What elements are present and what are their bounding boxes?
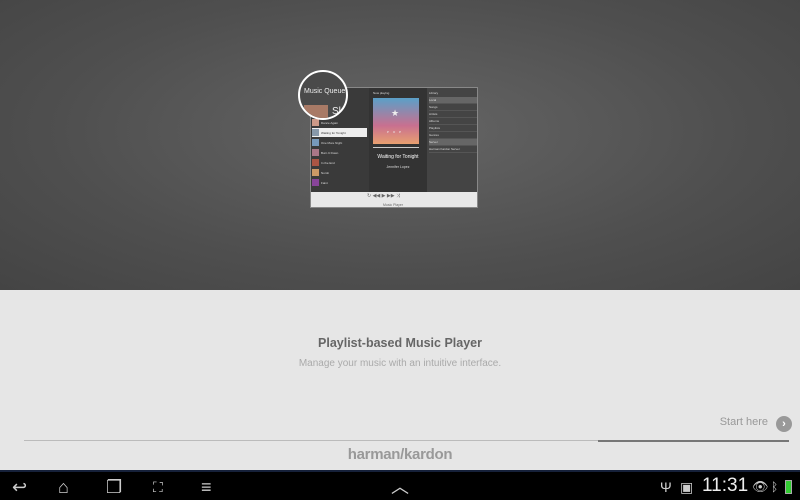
back-icon[interactable]: ↩ <box>12 476 27 498</box>
feature-preview-area: Now playing Library ★ POP Waiting for To… <box>0 0 800 290</box>
start-here-link[interactable]: Start here <box>720 416 768 428</box>
queue-item: Burn It Down <box>312 148 367 157</box>
screenshot-icon[interactable]: ⛶ <box>153 476 163 498</box>
battery-icon <box>785 480 792 494</box>
brand-logo: harman/kardon <box>347 446 453 463</box>
queue-item: Numb <box>312 168 367 177</box>
seek-bar <box>373 147 419 148</box>
library-section: Server <box>429 139 477 146</box>
album-art <box>373 98 419 144</box>
lens-title: Music Queue <box>304 88 346 95</box>
usb-icon: Ψ <box>660 479 672 495</box>
library-item: Albums <box>429 118 477 125</box>
player-buttons-icon: ↻ ◀◀ ▶ ▶▶ ⤨ <box>367 193 400 199</box>
intro-panel <box>0 290 800 470</box>
queue-item: In the End <box>312 158 367 167</box>
player-controls: ↻ ◀◀ ▶ ▶▶ ⤨ Music Player <box>311 192 477 207</box>
album-genre: POP <box>386 130 406 134</box>
library-item: Songs <box>429 104 477 111</box>
lens-image <box>304 105 328 118</box>
library-item: Playlists <box>429 125 477 132</box>
queue-item: Waiting for Tonight <box>312 128 367 137</box>
library-item: Harman Kardon Server <box>429 146 477 153</box>
menu-icon[interactable]: ≡ <box>201 476 212 498</box>
footer-label: Music Player <box>383 203 404 207</box>
eye-icon: 👁 <box>752 479 769 494</box>
recent-apps-icon[interactable]: ❐ <box>106 476 122 498</box>
progress-indicator <box>597 440 789 442</box>
lens-text: Sk <box>332 106 344 117</box>
chevron-right-icon[interactable]: › <box>776 416 792 432</box>
song-title: Waiting for Tonight <box>377 154 419 160</box>
library-header: Library <box>429 91 439 95</box>
queue-item: Faint <box>312 178 367 187</box>
home-icon[interactable]: ⌂ <box>58 476 69 498</box>
bluetooth-icon: ᛒ <box>771 480 779 494</box>
song-artist: Jennifer Lopez <box>386 165 410 169</box>
clock: 11:31 <box>702 475 749 496</box>
system-navigation-bar: ↩ ⌂ ❐ ⛶ ≡ ︿ Ψ ▣ 11:31 👁 ᛒ <box>0 470 800 500</box>
library-item: Artists <box>429 111 477 118</box>
library-section: Local <box>429 97 477 104</box>
queue-item: One More Night <box>312 138 367 147</box>
magnifier-lens: Music Queue Sk <box>298 70 348 120</box>
star-icon: ★ <box>391 108 400 118</box>
library-item: Genres <box>429 132 477 139</box>
now-playing-header: Now playing <box>373 91 390 95</box>
feature-subtitle: Manage your music with an intuitive inte… <box>298 358 502 369</box>
image-icon: ▣ <box>680 479 694 495</box>
chevron-up-icon[interactable]: ︿ <box>391 476 409 498</box>
feature-heading: Playlist-based Music Player <box>318 336 482 350</box>
